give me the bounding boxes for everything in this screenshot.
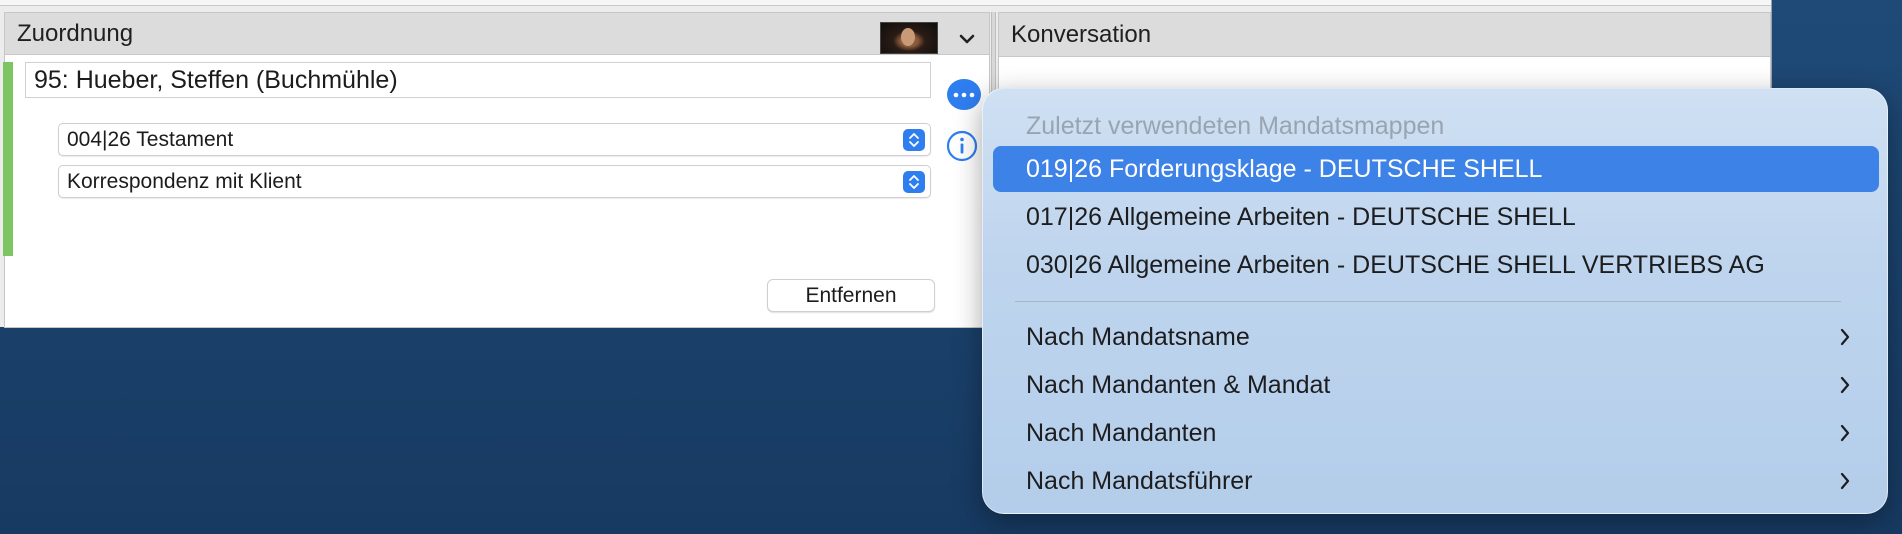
assignment-pane-header: Zuordnung [5, 13, 989, 55]
conversation-pane-title: Konversation [1011, 20, 1152, 48]
chevron-right-icon [1840, 328, 1850, 346]
menu-header: Zuletzt verwendeten Mandatsmappen [1026, 112, 1445, 140]
info-icon[interactable] [946, 130, 978, 162]
menu-item-recent[interactable]: 030|26 Allgemeine Arbeiten - DEUTSCHE SH… [993, 242, 1879, 288]
menu-item-by-client-and-mandate[interactable]: Nach Mandanten & Mandat [993, 362, 1879, 408]
menu-item-by-mandate-manager[interactable]: Nach Mandatsführer [993, 458, 1879, 504]
remove-button[interactable]: Entfernen [767, 279, 935, 312]
user-avatar [880, 22, 938, 54]
menu-item-label: Nach Mandanten & Mandat [1026, 371, 1331, 399]
category-select-value: Korrespondenz mit Klient [67, 170, 302, 193]
menu-item-by-client[interactable]: Nach Mandanten [993, 410, 1879, 456]
mandate-select[interactable]: 004|26 Testament [58, 123, 931, 156]
select-stepper-icon[interactable] [903, 129, 925, 151]
category-select[interactable]: Korrespondenz mit Klient [58, 165, 931, 198]
mandate-select-value: 004|26 Testament [67, 128, 234, 151]
menu-item-label: Nach Mandanten [1026, 419, 1217, 447]
chevron-right-icon [1840, 472, 1850, 490]
mandate-folder-menu: Zuletzt verwendeten Mandatsmappen 019|26… [982, 88, 1888, 514]
chevron-right-icon [1840, 424, 1850, 442]
select-stepper-icon[interactable] [903, 171, 925, 193]
conversation-pane-header: Konversation [999, 13, 1770, 57]
menu-item-by-mandate-name[interactable]: Nach Mandatsname [993, 314, 1879, 360]
assignment-pane-title: Zuordnung [17, 19, 134, 47]
menu-item-recent[interactable]: 019|26 Forderungsklage - DEUTSCHE SHELL [993, 146, 1879, 192]
chevron-right-icon [1840, 376, 1850, 394]
more-options-icon[interactable] [947, 79, 981, 110]
assignment-status-marker [3, 62, 13, 256]
menu-item-label: Nach Mandatsname [1026, 323, 1250, 351]
menu-item-recent[interactable]: 017|26 Allgemeine Arbeiten - DEUTSCHE SH… [993, 194, 1879, 240]
window-top-edge [0, 0, 1771, 6]
chevron-down-icon[interactable] [957, 29, 977, 49]
menu-separator [1015, 301, 1841, 302]
menu-item-label: Nach Mandatsführer [1026, 467, 1253, 495]
client-field[interactable]: 95: Hueber, Steffen (Buchmühle) [25, 62, 931, 98]
